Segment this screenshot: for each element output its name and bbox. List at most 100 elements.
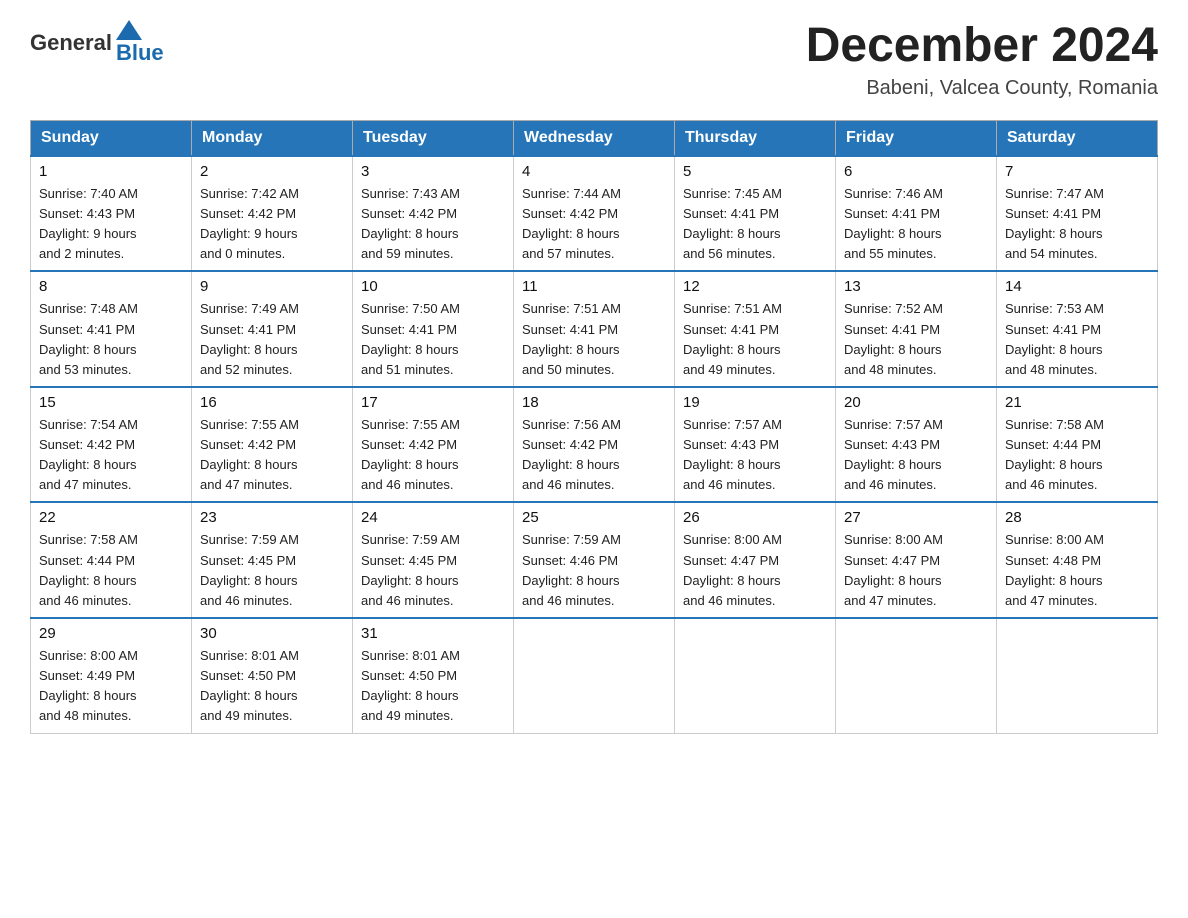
calendar-cell — [675, 618, 836, 733]
calendar-cell: 2 Sunrise: 7:42 AM Sunset: 4:42 PM Daylig… — [192, 156, 353, 272]
calendar-table: SundayMondayTuesdayWednesdayThursdayFrid… — [30, 120, 1158, 734]
day-number: 4 — [522, 163, 666, 180]
day-number: 6 — [844, 163, 988, 180]
day-info: Sunrise: 7:58 AM Sunset: 4:44 PM Dayligh… — [1005, 415, 1149, 496]
calendar-header-saturday: Saturday — [997, 120, 1158, 156]
day-info: Sunrise: 7:45 AM Sunset: 4:41 PM Dayligh… — [683, 184, 827, 265]
calendar-cell: 14 Sunrise: 7:53 AM Sunset: 4:41 PM Dayli… — [997, 271, 1158, 387]
day-info: Sunrise: 7:47 AM Sunset: 4:41 PM Dayligh… — [1005, 184, 1149, 265]
calendar-subtitle: Babeni, Valcea County, Romania — [806, 77, 1158, 100]
logo-blue-text: Blue — [116, 40, 164, 66]
calendar-cell: 5 Sunrise: 7:45 AM Sunset: 4:41 PM Daylig… — [675, 156, 836, 272]
calendar-cell: 21 Sunrise: 7:58 AM Sunset: 4:44 PM Dayli… — [997, 387, 1158, 503]
calendar-cell: 6 Sunrise: 7:46 AM Sunset: 4:41 PM Daylig… — [836, 156, 997, 272]
day-info: Sunrise: 7:40 AM Sunset: 4:43 PM Dayligh… — [39, 184, 183, 265]
day-info: Sunrise: 7:59 AM Sunset: 4:45 PM Dayligh… — [200, 530, 344, 611]
day-number: 21 — [1005, 394, 1149, 411]
day-info: Sunrise: 7:57 AM Sunset: 4:43 PM Dayligh… — [844, 415, 988, 496]
day-info: Sunrise: 8:00 AM Sunset: 4:48 PM Dayligh… — [1005, 530, 1149, 611]
calendar-header-friday: Friday — [836, 120, 997, 156]
day-info: Sunrise: 7:57 AM Sunset: 4:43 PM Dayligh… — [683, 415, 827, 496]
day-info: Sunrise: 7:59 AM Sunset: 4:45 PM Dayligh… — [361, 530, 505, 611]
day-number: 26 — [683, 509, 827, 526]
day-info: Sunrise: 7:54 AM Sunset: 4:42 PM Dayligh… — [39, 415, 183, 496]
day-number: 10 — [361, 278, 505, 295]
day-number: 24 — [361, 509, 505, 526]
day-info: Sunrise: 7:50 AM Sunset: 4:41 PM Dayligh… — [361, 299, 505, 380]
calendar-cell: 3 Sunrise: 7:43 AM Sunset: 4:42 PM Daylig… — [353, 156, 514, 272]
calendar-header-sunday: Sunday — [31, 120, 192, 156]
calendar-cell: 16 Sunrise: 7:55 AM Sunset: 4:42 PM Dayli… — [192, 387, 353, 503]
calendar-cell: 23 Sunrise: 7:59 AM Sunset: 4:45 PM Dayli… — [192, 502, 353, 618]
calendar-cell: 9Sunrise: 7:49 AM Sunset: 4:41 PM Daylig… — [192, 271, 353, 387]
day-info: Sunrise: 8:00 AM Sunset: 4:49 PM Dayligh… — [39, 646, 183, 727]
calendar-cell — [836, 618, 997, 733]
day-info: Sunrise: 7:51 AM Sunset: 4:41 PM Dayligh… — [522, 299, 666, 380]
calendar-week-row: 15 Sunrise: 7:54 AM Sunset: 4:42 PM Dayli… — [31, 387, 1158, 503]
day-number: 13 — [844, 278, 988, 295]
day-number: 14 — [1005, 278, 1149, 295]
day-number: 31 — [361, 625, 505, 642]
day-info: Sunrise: 7:43 AM Sunset: 4:42 PM Dayligh… — [361, 184, 505, 265]
calendar-cell: 17 Sunrise: 7:55 AM Sunset: 4:42 PM Dayli… — [353, 387, 514, 503]
calendar-cell: 24 Sunrise: 7:59 AM Sunset: 4:45 PM Dayli… — [353, 502, 514, 618]
calendar-cell: 7Sunrise: 7:47 AM Sunset: 4:41 PM Daylig… — [997, 156, 1158, 272]
day-number: 3 — [361, 163, 505, 180]
day-number: 18 — [522, 394, 666, 411]
calendar-cell: 11Sunrise: 7:51 AM Sunset: 4:41 PM Dayli… — [514, 271, 675, 387]
day-info: Sunrise: 7:46 AM Sunset: 4:41 PM Dayligh… — [844, 184, 988, 265]
day-number: 29 — [39, 625, 183, 642]
calendar-header-wednesday: Wednesday — [514, 120, 675, 156]
calendar-cell — [997, 618, 1158, 733]
logo-triangle-icon — [116, 20, 142, 40]
calendar-cell: 12 Sunrise: 7:51 AM Sunset: 4:41 PM Dayli… — [675, 271, 836, 387]
day-number: 1 — [39, 163, 183, 180]
day-info: Sunrise: 7:49 AM Sunset: 4:41 PM Dayligh… — [200, 299, 344, 380]
calendar-cell: 18 Sunrise: 7:56 AM Sunset: 4:42 PM Dayli… — [514, 387, 675, 503]
day-info: Sunrise: 7:48 AM Sunset: 4:41 PM Dayligh… — [39, 299, 183, 380]
calendar-cell: 25Sunrise: 7:59 AM Sunset: 4:46 PM Dayli… — [514, 502, 675, 618]
calendar-week-row: 22Sunrise: 7:58 AM Sunset: 4:44 PM Dayli… — [31, 502, 1158, 618]
day-info: Sunrise: 7:51 AM Sunset: 4:41 PM Dayligh… — [683, 299, 827, 380]
day-info: Sunrise: 8:01 AM Sunset: 4:50 PM Dayligh… — [200, 646, 344, 727]
calendar-cell: 20Sunrise: 7:57 AM Sunset: 4:43 PM Dayli… — [836, 387, 997, 503]
calendar-cell: 29 Sunrise: 8:00 AM Sunset: 4:49 PM Dayli… — [31, 618, 192, 733]
day-info: Sunrise: 7:56 AM Sunset: 4:42 PM Dayligh… — [522, 415, 666, 496]
calendar-cell: 4Sunrise: 7:44 AM Sunset: 4:42 PM Daylig… — [514, 156, 675, 272]
day-number: 8 — [39, 278, 183, 295]
logo: General Blue — [30, 20, 164, 66]
day-number: 5 — [683, 163, 827, 180]
day-number: 23 — [200, 509, 344, 526]
day-number: 16 — [200, 394, 344, 411]
calendar-cell: 1 Sunrise: 7:40 AM Sunset: 4:43 PM Daylig… — [31, 156, 192, 272]
day-number: 15 — [39, 394, 183, 411]
day-info: Sunrise: 7:53 AM Sunset: 4:41 PM Dayligh… — [1005, 299, 1149, 380]
day-info: Sunrise: 8:01 AM Sunset: 4:50 PM Dayligh… — [361, 646, 505, 727]
day-number: 19 — [683, 394, 827, 411]
calendar-cell: 13Sunrise: 7:52 AM Sunset: 4:41 PM Dayli… — [836, 271, 997, 387]
day-number: 2 — [200, 163, 344, 180]
calendar-title: December 2024 — [806, 20, 1158, 73]
calendar-cell: 19 Sunrise: 7:57 AM Sunset: 4:43 PM Dayli… — [675, 387, 836, 503]
day-info: Sunrise: 7:55 AM Sunset: 4:42 PM Dayligh… — [200, 415, 344, 496]
calendar-week-row: 8 Sunrise: 7:48 AM Sunset: 4:41 PM Daylig… — [31, 271, 1158, 387]
day-number: 17 — [361, 394, 505, 411]
day-info: Sunrise: 7:42 AM Sunset: 4:42 PM Dayligh… — [200, 184, 344, 265]
calendar-header-tuesday: Tuesday — [353, 120, 514, 156]
calendar-header-thursday: Thursday — [675, 120, 836, 156]
day-number: 28 — [1005, 509, 1149, 526]
title-area: December 2024 Babeni, Valcea County, Rom… — [806, 20, 1158, 100]
logo-general-text: General — [30, 30, 112, 56]
calendar-cell: 30Sunrise: 8:01 AM Sunset: 4:50 PM Dayli… — [192, 618, 353, 733]
day-info: Sunrise: 7:59 AM Sunset: 4:46 PM Dayligh… — [522, 530, 666, 611]
calendar-cell: 28 Sunrise: 8:00 AM Sunset: 4:48 PM Dayli… — [997, 502, 1158, 618]
calendar-cell: 10 Sunrise: 7:50 AM Sunset: 4:41 PM Dayli… — [353, 271, 514, 387]
day-number: 22 — [39, 509, 183, 526]
day-info: Sunrise: 8:00 AM Sunset: 4:47 PM Dayligh… — [844, 530, 988, 611]
calendar-cell: 26Sunrise: 8:00 AM Sunset: 4:47 PM Dayli… — [675, 502, 836, 618]
day-number: 12 — [683, 278, 827, 295]
day-number: 27 — [844, 509, 988, 526]
day-info: Sunrise: 7:55 AM Sunset: 4:42 PM Dayligh… — [361, 415, 505, 496]
calendar-header-monday: Monday — [192, 120, 353, 156]
calendar-week-row: 29 Sunrise: 8:00 AM Sunset: 4:49 PM Dayli… — [31, 618, 1158, 733]
